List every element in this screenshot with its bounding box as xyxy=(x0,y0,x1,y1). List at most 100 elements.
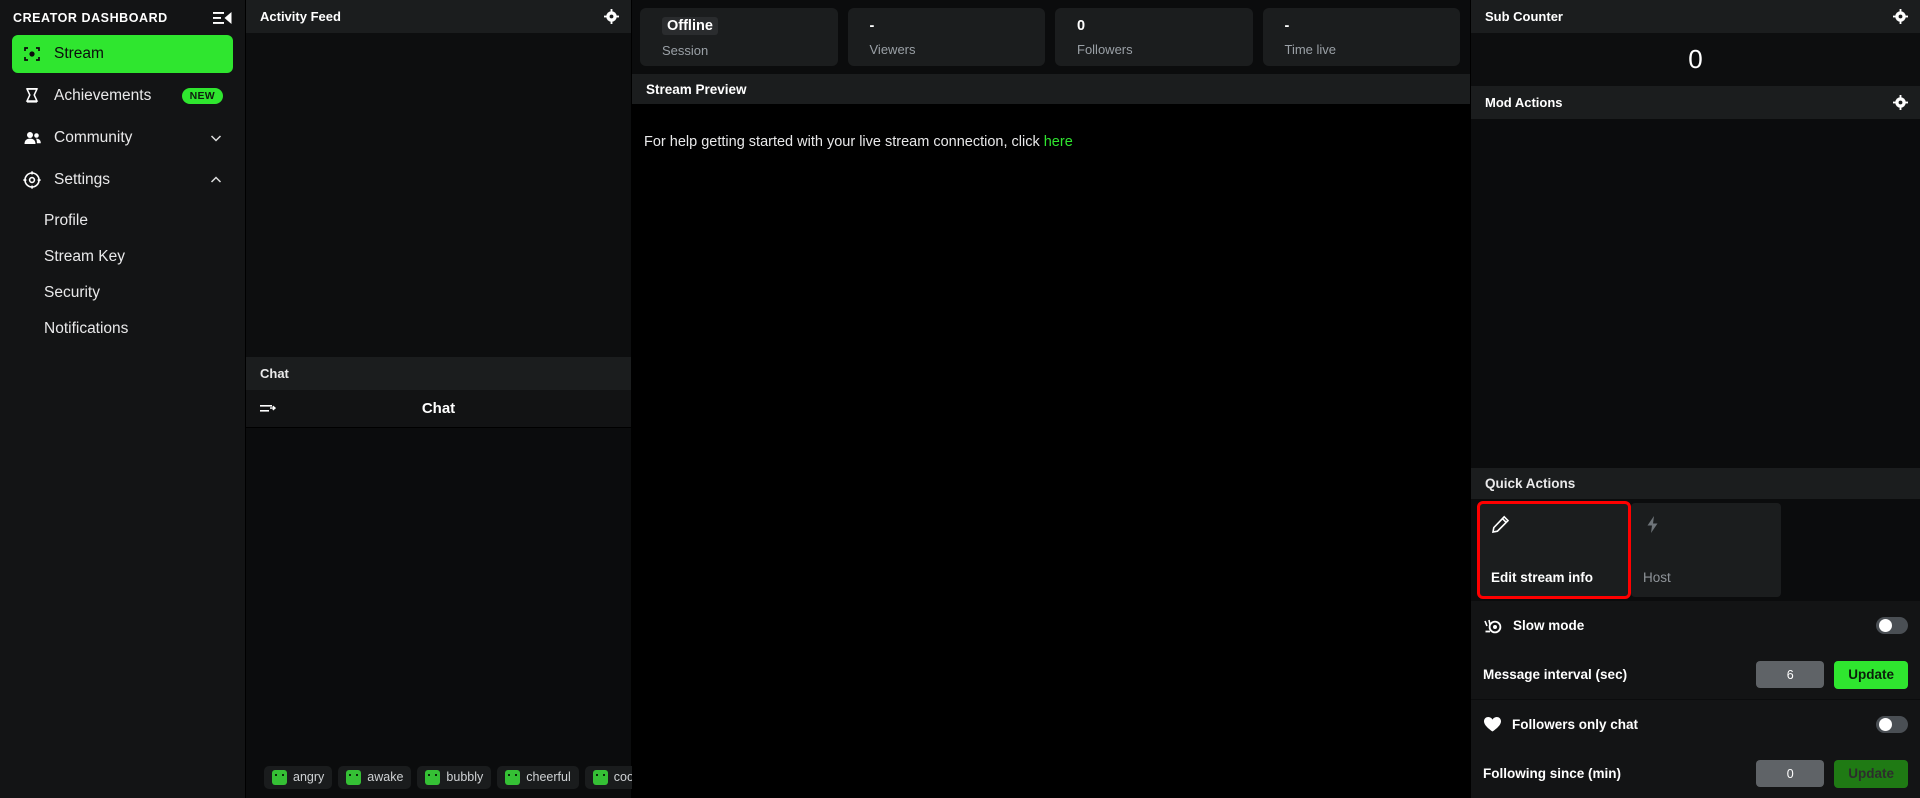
help-link[interactable]: here xyxy=(1044,134,1073,150)
activity-feed-body xyxy=(246,33,631,357)
emote-label: awake xyxy=(367,770,404,784)
following-since-update-button[interactable]: Update xyxy=(1834,759,1908,788)
following-since-row: Following since (min) 0 Update xyxy=(1483,749,1908,798)
sidebar-header: CREATOR DASHBOARD xyxy=(0,0,245,35)
lightning-bolt-icon xyxy=(1643,515,1663,535)
emote-label: cheerful xyxy=(526,770,571,784)
stat-label: Time live xyxy=(1284,41,1337,57)
people-icon xyxy=(22,128,42,148)
toggle-knob xyxy=(1879,619,1892,632)
emote-cheerful-icon xyxy=(505,769,521,785)
stat-label: Viewers xyxy=(869,41,916,57)
right-panel: Sub Counter 0 Mod Actions Quick Actions … xyxy=(1470,0,1920,798)
mod-actions-title: Mod Actions xyxy=(1485,95,1563,110)
stat-card-viewers: - Viewers xyxy=(847,8,1045,66)
chat-menu-icon[interactable] xyxy=(260,402,276,416)
stream-target-icon xyxy=(22,44,42,64)
chat-toolbar: Chat xyxy=(246,390,631,428)
stats-row: Offline Session - Viewers 0 Followers - … xyxy=(632,0,1470,74)
emote-awake[interactable]: awake xyxy=(338,765,412,789)
chevron-up-icon xyxy=(209,173,223,187)
emote-label: angry xyxy=(293,770,325,784)
sidebar-item-achievements[interactable]: Achievements NEW xyxy=(12,77,233,115)
snail-icon xyxy=(1483,618,1503,634)
stat-value: 0 xyxy=(1077,17,1086,34)
new-badge: NEW xyxy=(181,88,223,104)
chat-section-header: Chat xyxy=(246,357,631,390)
heart-icon xyxy=(1483,716,1502,733)
sidebar-title: CREATOR DASHBOARD xyxy=(13,10,168,25)
collapse-panel-icon[interactable] xyxy=(211,7,233,29)
stream-preview-help-text: For help getting started with your live … xyxy=(644,134,1470,150)
quick-actions-title: Quick Actions xyxy=(1485,476,1576,491)
following-since-label: Following since (min) xyxy=(1483,766,1621,781)
main-content: Offline Session - Viewers 0 Followers - … xyxy=(632,0,1470,798)
followers-only-toggle[interactable] xyxy=(1876,716,1908,733)
chevron-down-icon xyxy=(209,131,223,145)
quick-action-label: Edit stream info xyxy=(1491,570,1594,585)
sidebar-item-stream[interactable]: Stream xyxy=(12,35,233,73)
stat-value: - xyxy=(869,17,875,34)
sidebar-item-stream-key[interactable]: Stream Key xyxy=(12,239,233,275)
toggle-knob xyxy=(1879,718,1892,731)
emote-label: bubbly xyxy=(446,770,484,784)
mod-actions-body xyxy=(1471,119,1920,468)
sidebar-item-profile[interactable]: Profile xyxy=(12,203,233,239)
chat-messages-area xyxy=(246,428,631,756)
following-since-input[interactable]: 0 xyxy=(1756,760,1825,787)
gear-icon[interactable] xyxy=(1893,95,1908,110)
message-interval-update-button[interactable]: Update xyxy=(1834,660,1908,689)
gear-icon[interactable] xyxy=(1893,9,1908,24)
emote-angry-icon xyxy=(272,769,287,785)
sub-counter-value: 0 xyxy=(1688,44,1703,74)
emote-awake-icon xyxy=(346,769,362,785)
sub-counter-value-area: 0 xyxy=(1471,33,1920,86)
creator-dashboard-app: CREATOR DASHBOARD Stream Achievements NE… xyxy=(0,0,1920,798)
sidebar-item-label: Achievements xyxy=(54,87,152,104)
sidebar-item-label: Stream xyxy=(54,45,104,62)
followers-only-block: Followers only chat Following since (min… xyxy=(1471,700,1920,798)
sidebar-item-label: Community xyxy=(54,129,133,146)
stat-value: - xyxy=(1284,17,1290,34)
stat-card-session: Offline Session xyxy=(640,8,838,66)
emote-angry[interactable]: angry xyxy=(264,765,333,789)
followers-only-row: Followers only chat xyxy=(1483,700,1908,749)
help-text: For help getting started with your live … xyxy=(644,134,1044,150)
slow-mode-block: Slow mode Message interval (sec) 6 Updat… xyxy=(1471,601,1920,699)
message-interval-input[interactable]: 6 xyxy=(1756,661,1825,688)
sidebar-item-notifications[interactable]: Notifications xyxy=(12,311,233,347)
emote-bubbly-icon xyxy=(425,769,441,785)
stat-card-time-live: - Time live xyxy=(1262,8,1460,66)
slow-mode-label: Slow mode xyxy=(1513,618,1585,633)
mod-actions-header: Mod Actions xyxy=(1471,86,1920,119)
sidebar: CREATOR DASHBOARD Stream Achievements NE… xyxy=(0,0,246,798)
trophy-icon xyxy=(22,86,42,106)
gear-icon xyxy=(22,170,42,190)
sidebar-item-community[interactable]: Community xyxy=(12,119,233,157)
sidebar-item-settings[interactable]: Settings xyxy=(12,161,233,199)
emote-bubbly[interactable]: bubbly xyxy=(417,765,492,789)
quick-action-label: Host xyxy=(1643,570,1671,585)
message-interval-row: Message interval (sec) 6 Update xyxy=(1483,650,1908,699)
stat-label: Session xyxy=(662,42,709,58)
quick-actions-grid: Edit stream info Host xyxy=(1471,499,1920,601)
activity-feed-title: Activity Feed xyxy=(260,9,341,24)
emote-cheerful[interactable]: cheerful xyxy=(497,765,579,789)
message-interval-label: Message interval (sec) xyxy=(1483,667,1628,682)
quick-action-host[interactable]: Host xyxy=(1631,503,1781,597)
sidebar-item-label: Settings xyxy=(54,171,111,188)
gear-icon[interactable] xyxy=(604,9,619,24)
sub-counter-title: Sub Counter xyxy=(1485,9,1563,24)
stat-card-followers: 0 Followers xyxy=(1055,8,1253,66)
sidebar-item-security[interactable]: Security xyxy=(12,275,233,311)
emote-picker-row: angry awake bubbly cheerful cool xyxy=(246,756,645,798)
emote-cool-icon xyxy=(592,769,608,785)
chat-title: Chat xyxy=(421,400,456,417)
sidebar-nav: Stream Achievements NEW Community Settin… xyxy=(0,35,245,203)
activity-feed-header: Activity Feed xyxy=(246,0,631,33)
sidebar-settings-submenu: Profile Stream Key Security Notification… xyxy=(0,203,245,347)
stream-preview-body: For help getting started with your live … xyxy=(632,104,1470,798)
followers-only-label: Followers only chat xyxy=(1512,717,1639,732)
slow-mode-toggle[interactable] xyxy=(1876,617,1908,634)
quick-action-edit-stream-info[interactable]: Edit stream info xyxy=(1477,501,1631,599)
